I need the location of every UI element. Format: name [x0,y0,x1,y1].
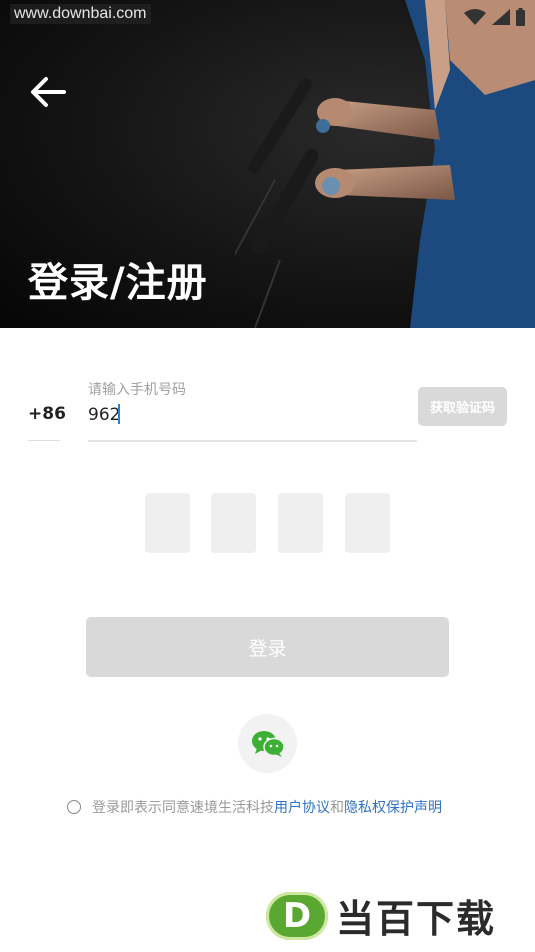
page-title: 登录/注册 [28,260,208,306]
brand-name: 当百下载 [336,897,497,941]
login-button[interactable]: 登录 [86,617,449,677]
wechat-icon [251,730,285,757]
code-box-4[interactable] [345,493,390,553]
country-code[interactable]: +86 [28,404,66,424]
wifi-icon [464,9,486,25]
wechat-login-button[interactable] [238,714,297,773]
brand-logo: D 当百下载 [266,888,496,943]
agree-radio[interactable] [67,800,81,814]
fitness-photo [235,0,535,328]
code-box-2[interactable] [211,493,256,553]
agreement-and: 和 [330,800,344,816]
status-bar [464,8,525,26]
privacy-link[interactable]: 隐私权保护声明 [344,797,442,817]
battery-icon [516,8,525,26]
code-box-3[interactable] [278,493,323,553]
agreement-prefix: 登录即表示同意速境生活科技 [92,800,274,816]
country-code-underline [28,440,60,441]
signal-icon [492,9,510,25]
back-arrow-icon [31,77,66,107]
text-caret [118,404,120,424]
code-box-1[interactable] [145,493,190,553]
back-button[interactable] [28,72,68,112]
brand-badge: D [266,891,328,940]
phone-input[interactable] [88,400,388,430]
user-agreement-link[interactable]: 用户协议 [274,797,330,817]
phone-underline [88,440,417,442]
site-watermark: www.downbai.com [10,4,151,24]
get-code-button[interactable]: 获取验证码 [418,387,507,426]
hero-banner: www.downbai.com 登录/注册 [0,0,535,328]
agreement-row: 登录即表示同意速境生活科技 用户协议 和 隐私权保护声明 [67,797,442,817]
phone-label: 请输入手机号码 [88,382,186,398]
